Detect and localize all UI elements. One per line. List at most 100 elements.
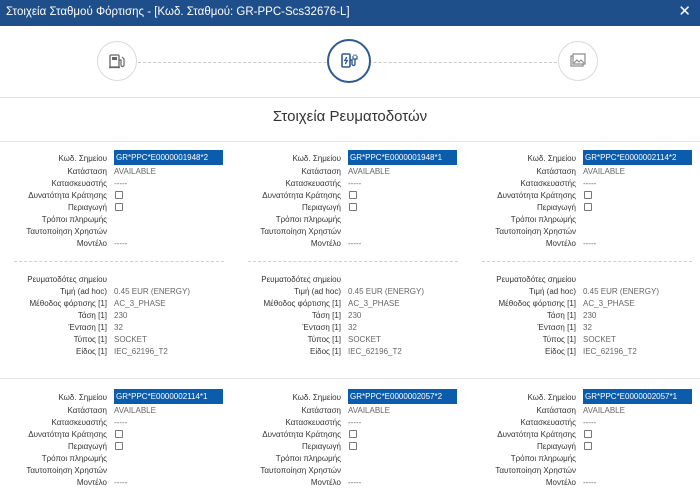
window-title: Στοιχεία Σταθμού Φόρτισης - [Κωδ. Σταθμο… xyxy=(6,6,350,18)
booking-checkbox[interactable] xyxy=(115,191,123,199)
section-divider xyxy=(0,378,700,379)
booking-checkbox[interactable] xyxy=(584,430,592,438)
status-label: Κατάσταση xyxy=(67,167,107,176)
price-value: 0.45 EUR (ENERGY) xyxy=(114,287,191,296)
booking-checkbox[interactable] xyxy=(584,191,592,199)
voltage-value: 230 xyxy=(583,311,597,320)
charging-station-icon xyxy=(109,54,125,69)
charge-method-value: AC_3_PHASE xyxy=(114,299,166,308)
photos-step[interactable] xyxy=(558,41,598,81)
status-value: AVAILABLE xyxy=(583,406,625,415)
current-label: Ένταση [1] xyxy=(68,323,107,332)
booking-label: Δυνατότητα Κράτησης xyxy=(262,191,341,200)
type-value: SOCKET xyxy=(583,335,616,344)
voltage-label: Τάση [1] xyxy=(546,311,576,320)
roaming-checkbox[interactable] xyxy=(584,442,592,450)
connectors-step[interactable] xyxy=(327,39,371,83)
point-code-label: Κωδ. Σημείου xyxy=(58,154,107,163)
voltage-value: 230 xyxy=(114,311,128,320)
point-code-value: GR*PPC*E0000002114*2 xyxy=(583,150,692,165)
manufacturer-value: ----- xyxy=(583,179,597,188)
payment-label: Τρόποι πληρωμής xyxy=(275,215,341,224)
roaming-label: Περιαγωγή xyxy=(537,203,576,212)
close-icon[interactable]: ✕ xyxy=(678,4,691,20)
type-label: Τύπος [1] xyxy=(542,335,576,344)
booking-label: Δυνατότητα Κράτησης xyxy=(497,191,576,200)
section-divider xyxy=(0,141,700,142)
charge-method-label: Μέθοδος φόρτισης [1] xyxy=(29,299,107,308)
model-value: ----- xyxy=(114,239,128,248)
point-code-value: GR*PPC*E0000002057*2 xyxy=(348,389,457,404)
booking-label: Δυνατότητα Κράτησης xyxy=(497,430,576,439)
manufacturer-label: Κατασκευαστής xyxy=(520,418,576,427)
point-code-label: Κωδ. Σημείου xyxy=(527,393,576,402)
current-value: 32 xyxy=(583,323,592,332)
column-divider xyxy=(482,261,692,262)
roaming-checkbox[interactable] xyxy=(584,203,592,211)
status-label: Κατάσταση xyxy=(536,406,576,415)
booking-label: Δυνατότητα Κράτησης xyxy=(28,191,107,200)
status-value: AVAILABLE xyxy=(348,167,390,176)
image-icon xyxy=(570,53,586,67)
current-label: Ένταση [1] xyxy=(537,323,576,332)
point-code-value: GR*PPC*E0000001948*2 xyxy=(114,150,223,165)
booking-checkbox[interactable] xyxy=(115,430,123,438)
status-label: Κατάσταση xyxy=(536,167,576,176)
model-value: ----- xyxy=(348,239,362,248)
manufacturer-label: Κατασκευαστής xyxy=(285,418,341,427)
model-value: ----- xyxy=(114,478,128,487)
kind-value: IEC_62196_T2 xyxy=(348,347,402,356)
roaming-checkbox[interactable] xyxy=(349,203,357,211)
title-bar: Στοιχεία Σταθμού Φόρτισης - [Κωδ. Σταθμο… xyxy=(0,0,700,26)
type-label: Τύπος [1] xyxy=(73,335,107,344)
manufacturer-value: ----- xyxy=(114,179,128,188)
manufacturer-label: Κατασκευαστής xyxy=(285,179,341,188)
current-label: Ένταση [1] xyxy=(302,323,341,332)
roaming-label: Περιαγωγή xyxy=(68,442,107,451)
manufacturer-value: ----- xyxy=(583,418,597,427)
model-label: Μοντέλο xyxy=(310,239,341,248)
model-value: ----- xyxy=(348,478,362,487)
roaming-checkbox[interactable] xyxy=(115,442,123,450)
booking-label: Δυνατότητα Κράτησης xyxy=(262,430,341,439)
booking-checkbox[interactable] xyxy=(349,191,357,199)
kind-value: IEC_62196_T2 xyxy=(583,347,637,356)
manufacturer-label: Κατασκευαστής xyxy=(520,179,576,188)
booking-checkbox[interactable] xyxy=(349,430,357,438)
point-code-value: GR*PPC*E0000002114*1 xyxy=(114,389,223,404)
model-label: Μοντέλο xyxy=(545,478,576,487)
column-divider xyxy=(248,261,458,262)
status-value: AVAILABLE xyxy=(348,406,390,415)
kind-label: Είδος [1] xyxy=(76,347,107,356)
connectors-label: Ρευματοδότες σημείου xyxy=(27,275,107,284)
payment-label: Τρόποι πληρωμής xyxy=(41,454,107,463)
column-divider xyxy=(14,261,224,262)
type-value: SOCKET xyxy=(114,335,147,344)
model-label: Μοντέλο xyxy=(76,478,107,487)
charge-method-value: AC_3_PHASE xyxy=(348,299,400,308)
connectors-label: Ρευματοδότες σημείου xyxy=(261,275,341,284)
roaming-label: Περιαγωγή xyxy=(68,203,107,212)
price-label: Τιμή (ad hoc) xyxy=(529,287,576,296)
station-details-step[interactable] xyxy=(97,41,137,81)
point-code-label: Κωδ. Σημείου xyxy=(292,154,341,163)
payment-label: Τρόποι πληρωμής xyxy=(41,215,107,224)
voltage-label: Τάση [1] xyxy=(77,311,107,320)
payment-label: Τρόποι πληρωμής xyxy=(510,454,576,463)
manufacturer-label: Κατασκευαστής xyxy=(51,418,107,427)
charge-method-label: Μέθοδος φόρτισης [1] xyxy=(498,299,576,308)
auth-label: Ταυτοποίηση Χρηστών xyxy=(260,466,341,475)
status-value: AVAILABLE xyxy=(114,167,156,176)
kind-label: Είδος [1] xyxy=(545,347,576,356)
roaming-checkbox[interactable] xyxy=(115,203,123,211)
type-label: Τύπος [1] xyxy=(307,335,341,344)
manufacturer-label: Κατασκευαστής xyxy=(51,179,107,188)
status-value: AVAILABLE xyxy=(583,167,625,176)
status-label: Κατάσταση xyxy=(67,406,107,415)
model-value: ----- xyxy=(583,239,597,248)
model-value: ----- xyxy=(583,478,597,487)
point-code-label: Κωδ. Σημείου xyxy=(292,393,341,402)
roaming-checkbox[interactable] xyxy=(349,442,357,450)
charge-method-label: Μέθοδος φόρτισης [1] xyxy=(263,299,341,308)
roaming-label: Περιαγωγή xyxy=(537,442,576,451)
